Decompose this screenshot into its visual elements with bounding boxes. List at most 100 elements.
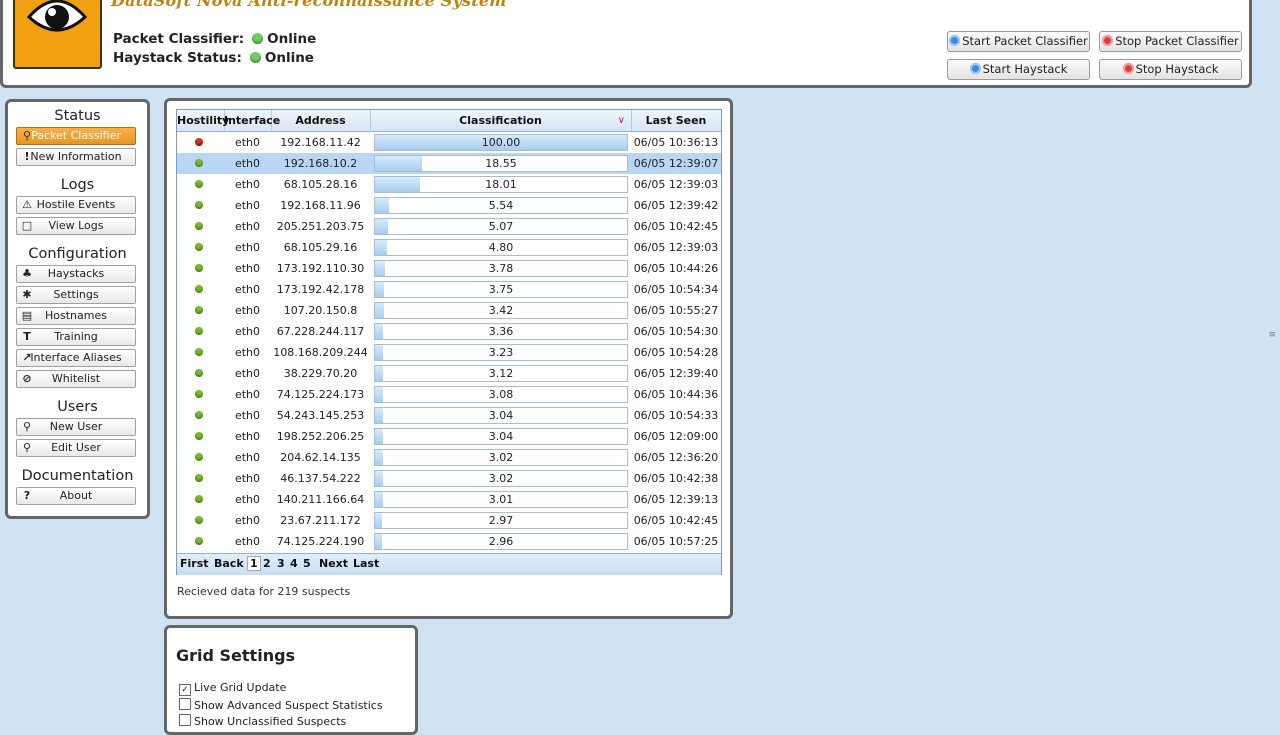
pager-last-button[interactable]: Last (353, 557, 379, 570)
pager-page-5[interactable]: 5 (303, 557, 311, 570)
column-header-address[interactable]: Address (271, 110, 371, 131)
table-row[interactable]: eth0 107.20.150.8 3.42 06/05 10:55:27 (177, 300, 721, 321)
last-seen-cell: 06/05 10:54:30 (633, 325, 719, 338)
sidebar-item-new-information[interactable]: ! New Information (16, 148, 136, 166)
table-row[interactable]: eth0 23.67.211.172 2.97 06/05 10:42:45 (177, 510, 721, 531)
check-circle-icon: ⊘ (22, 372, 32, 385)
table-row[interactable]: eth0 38.229.70.20 3.12 06/05 12:39:40 (177, 363, 721, 384)
sidebar-item-hostile-events[interactable]: ⚠ Hostile Events (16, 196, 136, 214)
table-row[interactable]: eth0 173.192.42.178 3.75 06/05 10:54:34 (177, 279, 721, 300)
pager-page-4[interactable]: 4 (290, 557, 298, 570)
unclassified-suspects-option[interactable]: Show Unclassified Suspects (179, 714, 346, 728)
pager-first-button[interactable]: First (180, 557, 209, 570)
sidebar-item-hostnames[interactable]: ▤ Hostnames (16, 307, 136, 325)
column-header-classification[interactable]: Classification ∨ (370, 110, 632, 131)
hostility-cell (177, 321, 224, 342)
address-cell: 68.105.28.16 (283, 178, 358, 191)
table-row[interactable]: eth0 54.243.145.253 3.04 06/05 10:54:33 (177, 405, 721, 426)
classification-bar: 2.97 (374, 512, 628, 529)
table-row[interactable]: eth0 108.168.209.244 3.23 06/05 10:54:28 (177, 342, 721, 363)
sidebar-item-whitelist[interactable]: ⊘ Whitelist (16, 370, 136, 388)
table-row[interactable]: eth0 67.228.244.117 3.36 06/05 10:54:30 (177, 321, 721, 342)
table-row[interactable]: eth0 204.62.14.135 3.02 06/05 12:36:20 (177, 447, 721, 468)
pager-next-button[interactable]: Next (319, 557, 348, 570)
address-cell: 204.62.14.135 (280, 451, 361, 464)
benign-indicator-icon (195, 327, 203, 335)
last-seen-cell: 06/05 10:54:34 (633, 283, 719, 296)
table-row[interactable]: eth0 192.168.10.2 18.55 06/05 12:39:07 (177, 153, 721, 174)
last-seen-cell: 06/05 12:39:03 (633, 178, 719, 191)
last-seen-cell: 06/05 12:36:20 (633, 451, 719, 464)
grid-pager: First Back 1 2 3 4 5 Next Last (177, 553, 721, 575)
live-grid-update-checkbox[interactable]: ✓ (179, 684, 191, 696)
checkbox-label: Show Unclassified Suspects (194, 715, 347, 728)
stop-haystack-button[interactable]: Stop Haystack (1099, 59, 1242, 80)
table-row[interactable]: eth0 68.105.28.16 18.01 06/05 12:39:03 (177, 174, 721, 195)
gear-icon: ✱ (22, 288, 32, 301)
benign-indicator-icon (195, 537, 203, 545)
interface-cell: eth0 (234, 178, 261, 191)
documentation-section-title: Documentation (21, 468, 134, 484)
search-icon: ⚲ (22, 129, 32, 142)
classification-bar: 3.01 (374, 491, 628, 508)
sidebar-item-about[interactable]: ? About (16, 487, 136, 505)
sidebar-item-edit-user[interactable]: ⚲ Edit User (16, 439, 136, 457)
start-packet-classifier-button[interactable]: Start Packet Classifier (947, 31, 1090, 52)
unclassified-suspects-checkbox[interactable] (179, 714, 191, 726)
address-cell: 198.252.206.25 (276, 430, 365, 443)
table-row[interactable]: eth0 74.125.224.173 3.08 06/05 10:44:36 (177, 384, 721, 405)
table-row[interactable]: eth0 192.168.11.42 100.00 06/05 10:36:13 (177, 132, 721, 153)
sidebar-item-new-user[interactable]: ⚲ New User (16, 418, 136, 436)
start-haystack-button[interactable]: Start Haystack (947, 59, 1090, 80)
logs-section-title: Logs (60, 177, 95, 193)
hostility-cell (177, 405, 224, 426)
table-row[interactable]: eth0 140.211.166.64 3.01 06/05 12:39:13 (177, 489, 721, 510)
sidebar-item-label: Edit User (51, 441, 101, 454)
sidebar-item-label: New Information (30, 150, 122, 163)
sidebar-item-label: Packet Classifier (31, 129, 121, 142)
live-grid-update-option[interactable]: ✓ Live Grid Update (179, 681, 286, 696)
table-row[interactable]: eth0 68.105.29.16 4.80 06/05 12:39:03 (177, 237, 721, 258)
sidebar-item-label: Training (54, 330, 98, 343)
scrollbar-grip-icon[interactable]: ≡ (1268, 330, 1276, 340)
sidebar-item-packet-classifier[interactable]: ⚲ Packet Classifier (16, 127, 136, 145)
sidebar-item-training[interactable]: T Training (16, 328, 136, 346)
table-row[interactable]: eth0 74.125.224.190 2.96 06/05 10:57:25 (177, 531, 721, 552)
classification-value: 3.04 (488, 409, 514, 422)
table-row[interactable]: eth0 46.137.54.222 3.02 06/05 10:42:38 (177, 468, 721, 489)
sidebar-item-label: View Logs (48, 219, 104, 232)
suspect-grid-panel: Hostility Interface Address Classificati… (164, 98, 733, 619)
column-header-last-seen[interactable]: Last Seen (631, 110, 721, 131)
sidebar-item-interface-aliases[interactable]: ↗ Interface Aliases (16, 349, 136, 367)
column-header-interface[interactable]: Interface (224, 110, 280, 131)
advanced-stats-checkbox[interactable] (179, 698, 191, 710)
key-icon: ⚲ (22, 420, 32, 433)
table-row[interactable]: eth0 173.192.110.30 3.78 06/05 10:44:26 (177, 258, 721, 279)
column-header-hostility[interactable]: Hostility (177, 110, 229, 131)
hostility-cell (177, 174, 224, 195)
packet-classifier-state: Online (267, 31, 317, 47)
benign-indicator-icon (195, 390, 203, 398)
interface-cell: eth0 (234, 304, 261, 317)
sidebar-item-view-logs[interactable]: □ View Logs (16, 217, 136, 235)
classification-value: 3.04 (488, 430, 514, 443)
interface-cell: eth0 (234, 220, 261, 233)
pager-page-3[interactable]: 3 (277, 557, 285, 570)
table-row[interactable]: eth0 198.252.206.25 3.04 06/05 12:09:00 (177, 426, 721, 447)
pager-back-button[interactable]: Back (214, 557, 244, 570)
address-cell: 173.192.110.30 (276, 262, 365, 275)
pager-page-1[interactable]: 1 (247, 556, 261, 571)
pager-page-2[interactable]: 2 (263, 557, 271, 570)
haystack-label: Haystack Status: (113, 50, 242, 66)
advanced-stats-option[interactable]: Show Advanced Suspect Statistics (179, 698, 383, 712)
sidebar-item-haystacks[interactable]: ♣ Haystacks (16, 265, 136, 283)
stop-packet-classifier-button[interactable]: Stop Packet Classifier (1099, 31, 1242, 52)
table-row[interactable]: eth0 205.251.203.75 5.07 06/05 10:42:45 (177, 216, 721, 237)
address-cell: 108.168.209.244 (273, 346, 368, 359)
app-title: DataSoft Nova Anti-reconnaissance System (111, 0, 507, 10)
checkbox-label: Live Grid Update (194, 681, 287, 694)
benign-indicator-icon (195, 180, 203, 188)
table-row[interactable]: eth0 192.168.11.96 5.54 06/05 12:39:42 (177, 195, 721, 216)
sidebar-item-settings[interactable]: ✱ Settings (16, 286, 136, 304)
classification-value: 3.08 (488, 388, 514, 401)
